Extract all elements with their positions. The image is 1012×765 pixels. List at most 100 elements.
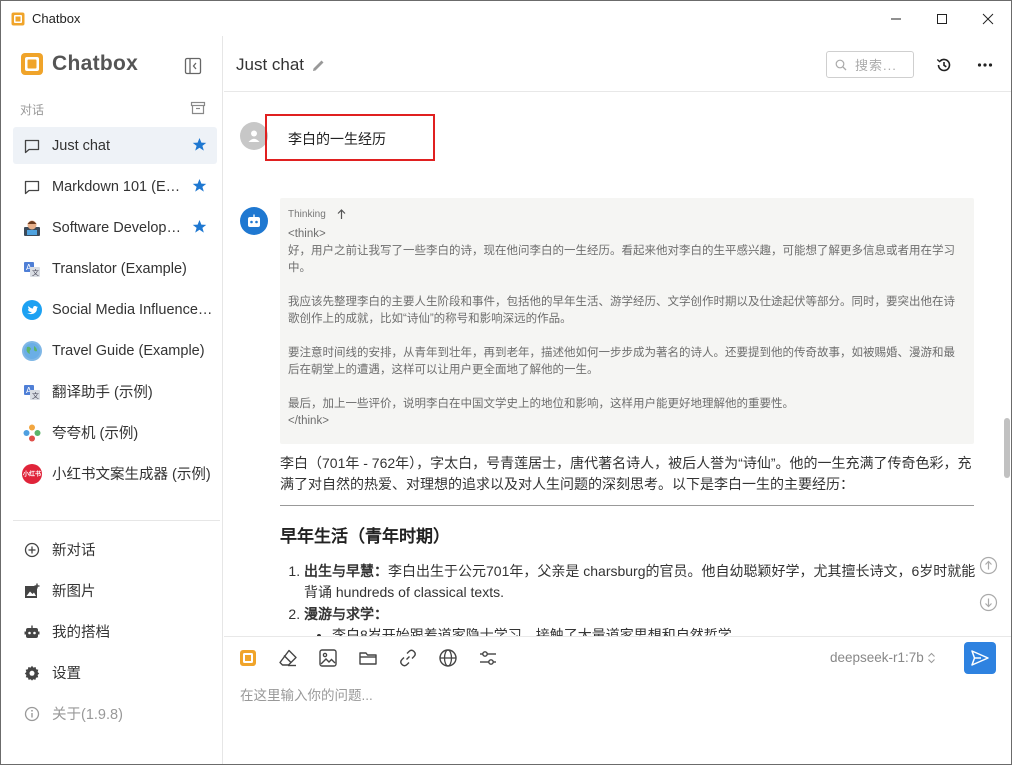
thinking-block: Thinking <think> 好，用户之前让我写了一些李白的诗，现在他问李白… (280, 198, 974, 444)
answer-divider (280, 505, 974, 506)
globe-avatar-icon (22, 340, 42, 361)
info-icon (23, 705, 41, 723)
clear-context-button[interactable] (278, 648, 298, 668)
think-open-tag: <think> (288, 228, 326, 240)
new-image-button[interactable]: 新图片 (13, 570, 217, 611)
close-button[interactable] (965, 1, 1011, 36)
main-panel: Just chat 搜索... 李白的一生经历 Thinking <think>… (224, 36, 1011, 764)
collapse-arrow-icon[interactable] (336, 209, 347, 220)
flower-avatar-icon (22, 423, 42, 443)
sub-list-item: 李白8岁开始跟着道家隐士学习，接触了大量道家思想和自然哲学。 (332, 625, 976, 636)
maximize-button[interactable] (919, 1, 965, 36)
minimize-button[interactable] (873, 1, 919, 36)
minimize-icon (891, 18, 901, 19)
assistant-answer: 李白（701年 - 762年），字太白，号青莲居士，唐代著名诗人，被后人誉为“诗… (280, 453, 976, 636)
thinking-paragraph: 好，用户之前让我写了一些李白的诗，现在他问李白的一生经历。看起来他对李白的生平感… (288, 245, 955, 274)
list-item: 出生与早慧：李白出生于公元701年，父亲是 charsburg的官员。他自幼聪颖… (304, 561, 976, 603)
chatbox-tool-button[interactable] (238, 648, 258, 668)
model-name: deepseek-r1:7b (830, 650, 924, 665)
message-input[interactable]: 在这里输入你的问题... (240, 684, 373, 704)
more-options-icon[interactable] (976, 56, 994, 74)
image-icon (319, 649, 337, 667)
thinking-header[interactable]: Thinking (288, 209, 966, 220)
send-icon (971, 650, 989, 666)
star-icon[interactable] (192, 137, 207, 152)
list-item-title: 漫游与求学： (304, 606, 388, 622)
assistant-avatar (240, 207, 268, 235)
star-icon[interactable] (192, 219, 207, 234)
chevron-updown-icon (927, 652, 935, 663)
thinking-content: <think> 好，用户之前让我写了一些李白的诗，现在他问李白的一生经历。看起来… (288, 226, 966, 430)
user-icon (248, 130, 260, 142)
chat-item-travel-guide[interactable]: Travel Guide (Example) (13, 332, 217, 369)
archive-icon[interactable] (190, 100, 206, 116)
collapse-sidebar-icon[interactable] (183, 56, 203, 76)
close-icon (982, 13, 994, 24)
edit-pencil-icon[interactable] (311, 58, 326, 73)
xiaohongshu-avatar-icon: 小红书 (22, 463, 42, 484)
chat-item-label: Markdown 101 (Example) (52, 178, 186, 195)
chat-item-just-chat[interactable]: Just chat (13, 127, 217, 164)
about-label: 关于(1.9.8) (52, 707, 123, 723)
chat-list: Just chat Markdown 101 (Example) Softwar… (13, 127, 217, 496)
scrollbar[interactable] (1004, 418, 1010, 478)
thinking-label: Thinking (288, 209, 326, 220)
chat-item-markdown-101[interactable]: Markdown 101 (Example) (13, 168, 217, 205)
chatbox-logo-icon (21, 53, 43, 75)
settings-button[interactable]: 设置 (13, 652, 217, 693)
new-chat-label: 新对话 (52, 543, 96, 559)
sidebar-divider (13, 520, 220, 521)
my-partners-label: 我的搭档 (52, 625, 110, 641)
svg-text:文: 文 (32, 268, 39, 277)
chat-item-translation-assistant[interactable]: A文 翻译助手 (示例) (13, 373, 217, 410)
chat-item-xiaohongshu-generator[interactable]: 小红书 小红书文案生成器 (示例) (13, 455, 217, 492)
twitter-avatar-icon (22, 299, 42, 320)
list-item-text: 李白出生于公元701年，父亲是 charsburg的官员。他自幼聪颖好学，尤其擅… (304, 563, 976, 600)
chat-bubble-icon (22, 177, 42, 197)
chat-item-label: Translator (Example) (52, 260, 187, 277)
plus-circle-icon (23, 541, 41, 559)
maximize-icon (937, 13, 947, 24)
attach-image-button[interactable] (318, 648, 338, 668)
search-icon (835, 59, 847, 70)
think-close-tag: </think> (288, 415, 329, 427)
my-partners-button[interactable]: 我的搭档 (13, 611, 217, 652)
chat-settings-button[interactable] (478, 648, 498, 668)
chat-item-label: Travel Guide (Example) (52, 342, 205, 359)
translator-avatar-icon: A文 (22, 259, 42, 279)
chat-item-software-developer[interactable]: Software Developer (Example) (13, 209, 217, 246)
search-placeholder: 搜索... (855, 58, 897, 73)
chat-item-translator[interactable]: A文 Translator (Example) (13, 250, 217, 287)
new-chat-button[interactable]: 新对话 (13, 529, 217, 570)
sidebar: Chatbox 对话 Just chat Markdown 101 (Exa S… (1, 36, 223, 764)
eraser-icon (279, 649, 297, 667)
input-area: deepseek-r1:7b 在这里输入你的问题... (224, 636, 1011, 764)
chat-item-social-media-influencer[interactable]: Social Media Influencer (Example) (13, 291, 217, 328)
thinking-paragraph: 我应该先整理李白的主要人生阶段和事件，包括他的早年生活、游学经历、文学创作时期以… (288, 296, 955, 325)
attach-link-button[interactable] (398, 648, 418, 668)
new-image-label: 新图片 (52, 584, 96, 600)
gear-icon (23, 664, 41, 682)
sub-list: 李白8岁开始跟着道家隐士学习，接触了大量道家思想和自然哲学。 (304, 625, 976, 636)
chat-item-label: 夸夸机 (示例) (52, 426, 139, 442)
scroll-down-icon[interactable] (979, 593, 998, 612)
star-icon[interactable] (192, 178, 207, 193)
search-input[interactable]: 搜索... (826, 51, 914, 78)
section-label-chats: 对话 (20, 103, 45, 117)
chat-bubble-icon (22, 136, 42, 156)
list-item: 漫游与求学： 李白8岁开始跟着道家隐士学习，接触了大量道家思想和自然哲学。 (304, 604, 976, 636)
robot-icon (248, 214, 260, 227)
send-button[interactable] (964, 642, 996, 674)
model-selector[interactable]: deepseek-r1:7b (830, 650, 936, 665)
link-icon (400, 649, 416, 667)
history-icon[interactable] (935, 56, 953, 74)
scroll-up-icon[interactable] (979, 556, 998, 575)
chat-item-praise-bot[interactable]: 夸夸机 (示例) (13, 414, 217, 451)
about-button[interactable]: 关于(1.9.8) (13, 693, 217, 734)
attach-file-button[interactable] (358, 648, 378, 668)
user-avatar (240, 122, 268, 150)
brand-name: Chatbox (52, 52, 139, 75)
web-search-button[interactable] (438, 648, 458, 668)
user-message: 李白的一生经历 (288, 131, 386, 147)
chatbox-logo-icon (240, 650, 256, 666)
